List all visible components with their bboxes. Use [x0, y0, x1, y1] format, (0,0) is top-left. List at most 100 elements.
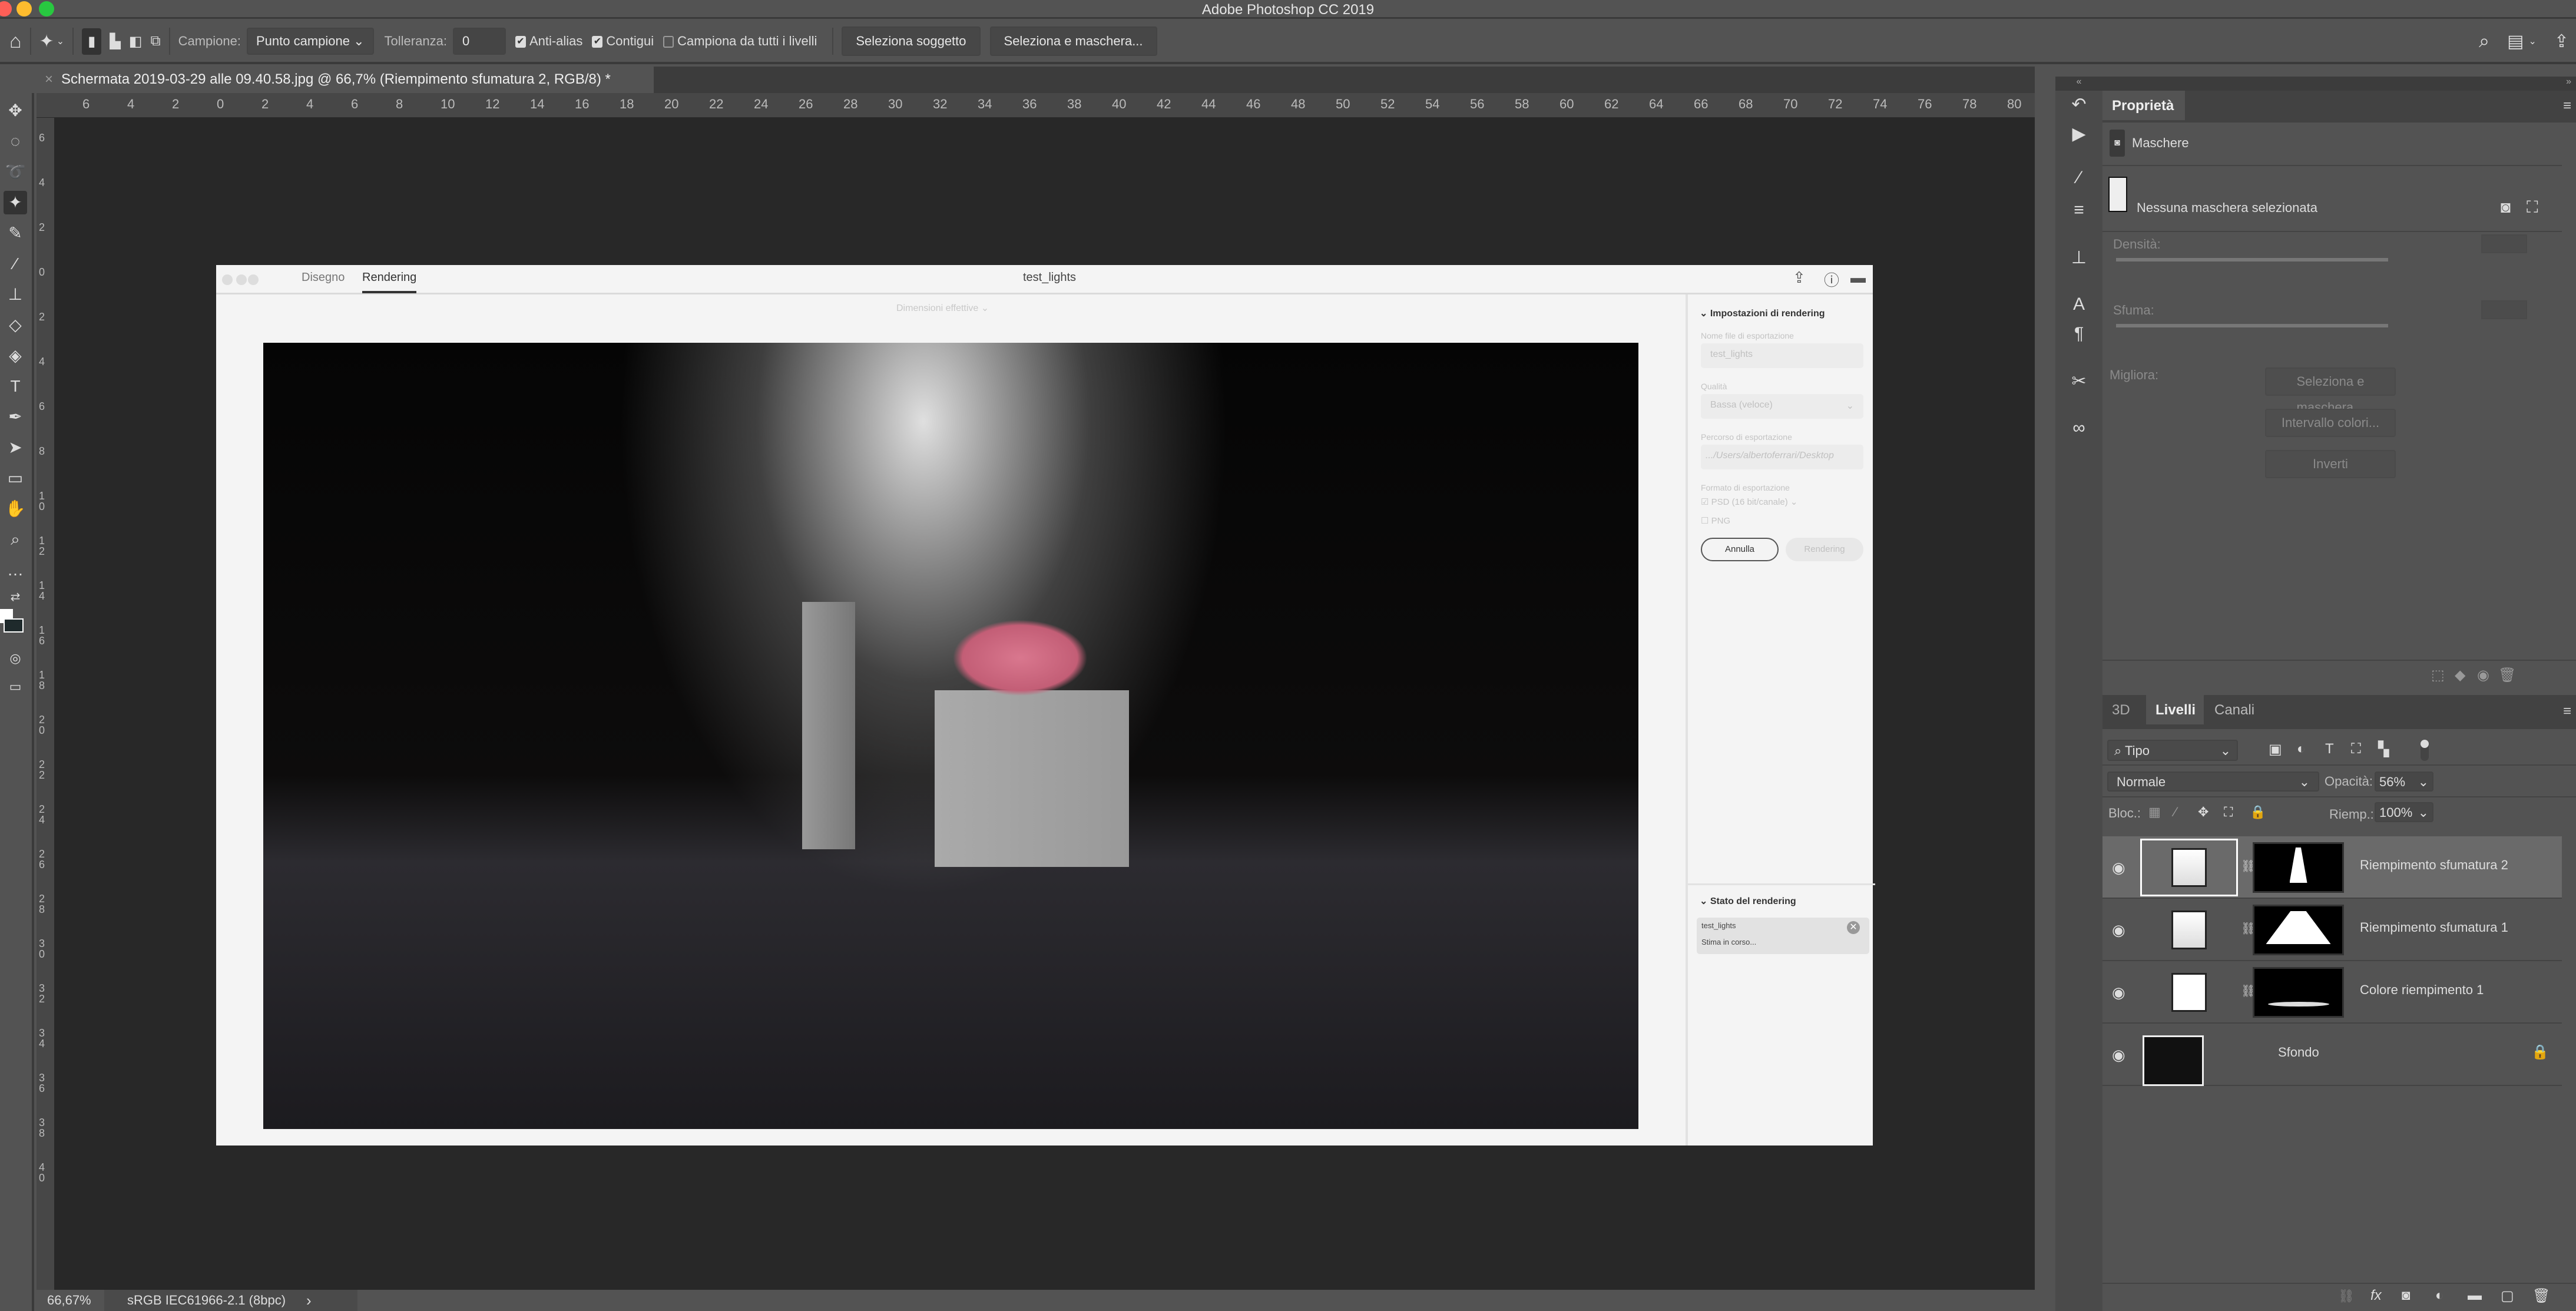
disable-mask-icon[interactable]: ◉	[2477, 667, 2489, 684]
subtract-selection-icon[interactable]: ◧	[129, 33, 143, 50]
render-button[interactable]: Rendering	[1786, 538, 1863, 561]
eyedropper-tool-icon[interactable]: ✎	[4, 221, 27, 245]
actions-icon[interactable]: ▶	[2066, 124, 2092, 150]
layer-filter-select[interactable]: ⌕ Tipo ⌄	[2107, 740, 2238, 761]
marquee-tool-icon[interactable]: ◌	[4, 130, 27, 153]
add-vector-mask-icon[interactable]: ⛶	[2527, 198, 2538, 217]
layer-row[interactable]: ◉ ⛓ Riempimento sfumatura 1	[2102, 899, 2562, 961]
close-tab-icon[interactable]: ×	[45, 71, 53, 87]
color-range-button[interactable]: Intervallo colori...	[2265, 409, 2396, 437]
filter-shape-icon[interactable]: ⛶	[2351, 741, 2361, 757]
add-pixel-mask-icon[interactable]: ◙	[2501, 198, 2511, 217]
move-tool-icon[interactable]: ✥	[4, 99, 27, 123]
new-group-icon[interactable]: ▬	[2468, 1287, 2482, 1304]
tab-channels[interactable]: Canali	[2205, 695, 2264, 724]
dimensions-dropdown[interactable]: Dimensioni effettive ⌄	[896, 302, 989, 314]
pen-tool-icon[interactable]: ✒	[4, 405, 27, 429]
character-icon[interactable]: A	[2066, 294, 2092, 320]
background-color-swatch[interactable]	[4, 618, 24, 633]
brush-settings-icon[interactable]: ⁄	[2066, 168, 2092, 194]
zoom-level[interactable]: 66,67%	[47, 1293, 91, 1308]
panel-menu-icon[interactable]: ≡	[2563, 98, 2571, 114]
filter-pixel-icon[interactable]: ▣	[2269, 741, 2282, 758]
quality-select[interactable]: Bassa (veloce) ⌄	[1701, 394, 1863, 419]
antialias-checkbox[interactable]: ✔ Anti-alias	[515, 34, 582, 49]
delete-layer-icon[interactable]: 🗑	[2532, 1287, 2550, 1305]
paragraph-icon[interactable]: ¶	[2066, 324, 2092, 350]
document-tab[interactable]: × Schermata 2019-03-29 alle 09.40.58.jpg …	[35, 67, 654, 93]
paint-bucket-tool-icon[interactable]: ◈	[4, 344, 27, 368]
history-icon[interactable]: ↶	[2066, 94, 2092, 120]
invert-button[interactable]: Inverti	[2265, 450, 2396, 478]
load-selection-icon[interactable]: ⬚	[2431, 667, 2445, 684]
workspace-icon[interactable]: ▤	[2507, 31, 2524, 52]
search-icon[interactable]: ⌕	[2479, 30, 2489, 52]
tool-presets-icon[interactable]: ✂	[2066, 371, 2092, 397]
apply-mask-icon[interactable]: ◆	[2455, 667, 2465, 684]
magic-wand-tool-icon[interactable]: ✦	[39, 31, 54, 52]
adjustment-layer-icon[interactable]: ◐	[2435, 1287, 2444, 1304]
tab-3d[interactable]: 3D	[2102, 695, 2140, 724]
swap-colors-icon[interactable]: ⇄	[4, 585, 27, 609]
magic-wand-tool-icon[interactable]: ✦	[4, 191, 27, 214]
expand-icon[interactable]: »	[2102, 77, 2576, 91]
path-selection-tool-icon[interactable]: ➤	[4, 436, 27, 459]
tab-disegno[interactable]: Disegno	[302, 271, 345, 284]
seleziona-maschera-button[interactable]: Seleziona e maschera...	[989, 27, 1157, 56]
chevron-down-icon[interactable]: ⌄	[57, 35, 64, 47]
quick-mask-icon[interactable]: ◎	[4, 647, 27, 670]
feedback-icon[interactable]: ▬	[1850, 269, 1866, 287]
libraries-icon[interactable]: ∞	[2066, 418, 2092, 444]
add-mask-icon[interactable]: ◙	[2402, 1287, 2411, 1304]
clone-source-icon[interactable]: ⊥	[2066, 247, 2092, 273]
path-input[interactable]: .../Users/albertoferrari/Desktop	[1701, 445, 1863, 469]
visibility-eye-icon[interactable]: ◉	[2112, 859, 2125, 877]
home-icon[interactable]: ⌂	[9, 30, 22, 53]
filename-input[interactable]: test_lights	[1701, 343, 1863, 368]
type-tool-icon[interactable]: T	[4, 375, 27, 398]
filter-smart-object-icon[interactable]: ▚	[2378, 741, 2389, 758]
cancel-button[interactable]: Annulla	[1701, 538, 1779, 561]
feather-slider[interactable]	[2116, 324, 2388, 327]
campione-select[interactable]: Punto campione ⌄	[247, 28, 374, 55]
visibility-eye-icon[interactable]: ◉	[2112, 984, 2125, 1002]
tolleranza-input[interactable]: 0	[452, 28, 506, 55]
lock-position-icon[interactable]: ✥	[2198, 805, 2209, 820]
brushes-icon[interactable]: ≡	[2066, 200, 2092, 226]
layer-row[interactable]: ◉ ⛓ Colore riempimento 1	[2102, 961, 2562, 1024]
brush-tool-icon[interactable]: ⁄	[4, 252, 27, 276]
seleziona-soggetto-button[interactable]: Seleziona soggetto	[842, 27, 981, 56]
collapse-icon[interactable]: «	[2055, 77, 2102, 91]
layer-row[interactable]: ◉ ⛓ Riempimento sfumatura 2	[2102, 836, 2562, 899]
hand-tool-icon[interactable]: ✋	[4, 497, 27, 521]
layer-mask-thumbnail[interactable]	[2253, 905, 2344, 955]
psd-checkbox[interactable]: ☑ PSD (16 bit/canale) ⌄	[1701, 496, 1797, 507]
density-slider[interactable]	[2116, 258, 2388, 261]
campiona-tutti-checkbox[interactable]: Campiona da tutti i livelli	[663, 34, 817, 49]
share-icon[interactable]: ⇪	[1793, 269, 1806, 287]
filter-toggle[interactable]	[2421, 740, 2429, 761]
fill-input[interactable]: 100% ⌄	[2375, 802, 2433, 822]
tab-rendering[interactable]: Rendering	[362, 271, 417, 293]
fx-icon[interactable]: fx	[2370, 1287, 2382, 1304]
layer-mask-thumbnail[interactable]	[2253, 842, 2344, 893]
help-icon[interactable]: ⓘ	[1824, 269, 1839, 290]
png-checkbox[interactable]: ☐ PNG	[1701, 515, 1730, 526]
eraser-tool-icon[interactable]: ◇	[4, 313, 27, 337]
settings-header[interactable]: ⌄ Impostazioni di rendering	[1700, 307, 1825, 319]
zoom-tool-icon[interactable]: ⌕	[4, 528, 27, 551]
feather-input[interactable]	[2481, 300, 2527, 319]
screen-mode-icon[interactable]: ▭	[4, 675, 27, 698]
layer-row[interactable]: ◉ Sfondo 🔒	[2102, 1024, 2562, 1086]
visibility-eye-icon[interactable]: ◉	[2112, 1046, 2125, 1064]
select-and-mask-button[interactable]: Seleziona e maschera...	[2265, 368, 2396, 415]
more-tools-icon[interactable]: …	[4, 558, 27, 582]
panel-menu-icon[interactable]: ≡	[2563, 703, 2571, 720]
lock-image-icon[interactable]: ⁄	[2174, 805, 2177, 820]
share-icon[interactable]: ⇪	[2554, 31, 2569, 52]
lock-artboard-icon[interactable]: ⛶	[2224, 805, 2233, 820]
lock-all-icon[interactable]: 🔒	[2250, 805, 2266, 820]
status-arrow-icon[interactable]: ›	[306, 1292, 312, 1310]
cancel-job-icon[interactable]: ✕	[1847, 921, 1860, 934]
stamp-tool-icon[interactable]: ⊥	[4, 283, 27, 306]
